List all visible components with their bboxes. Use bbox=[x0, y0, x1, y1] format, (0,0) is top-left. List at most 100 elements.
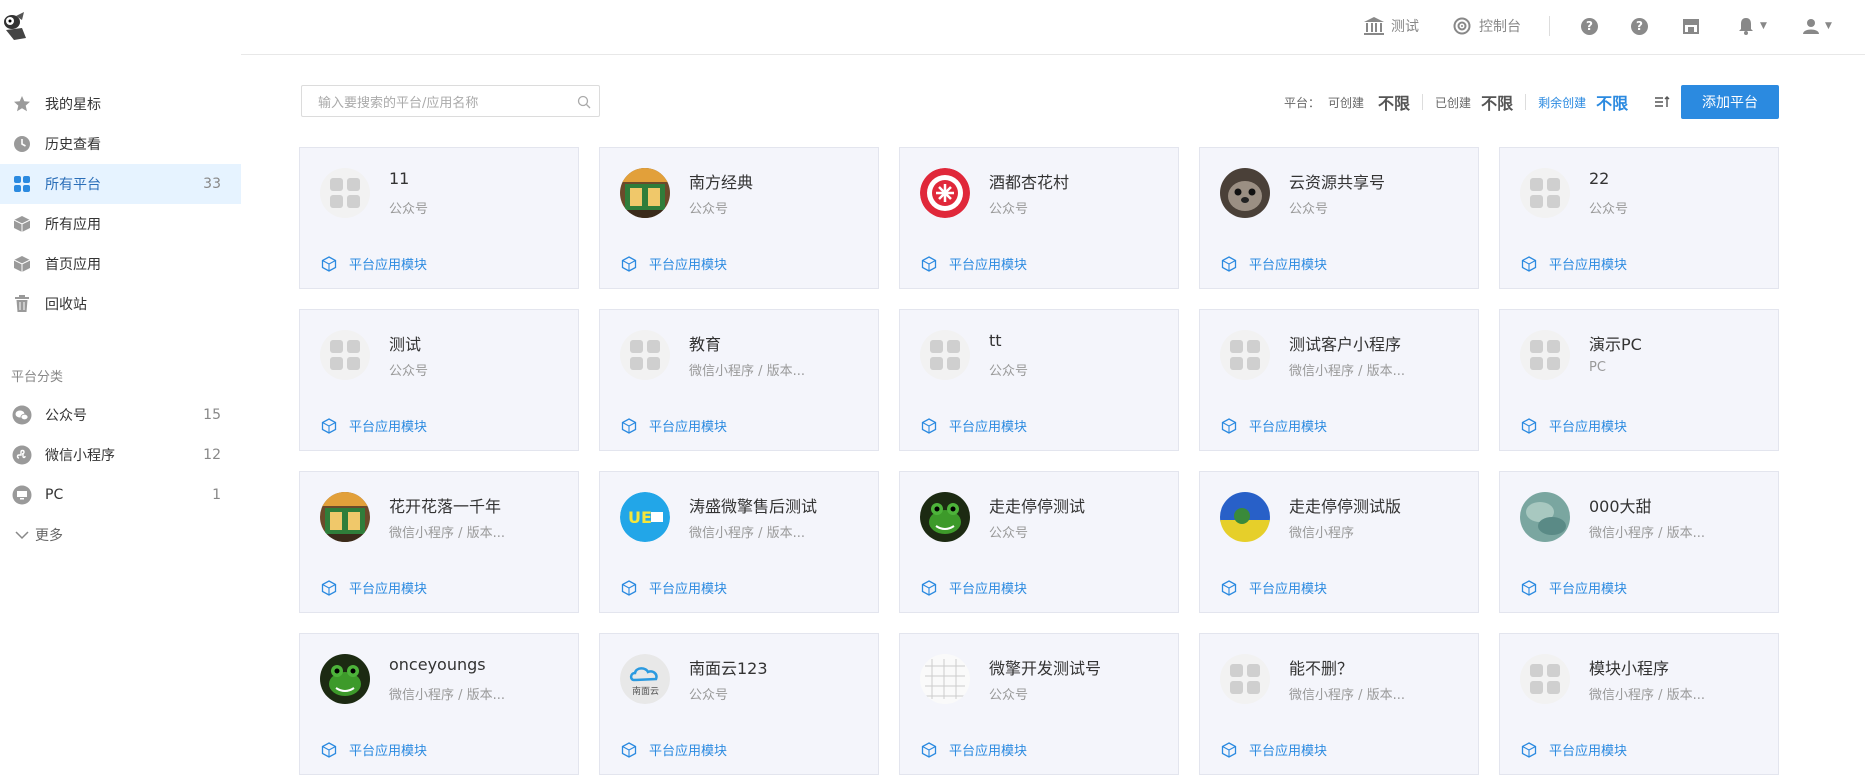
module-cube-icon bbox=[621, 417, 637, 434]
platform-card[interactable]: onceyoungs 微信小程序 / 版本... 平台应用模块 bbox=[299, 633, 579, 775]
platform-card[interactable]: 微擎开发测试号 公众号 平台应用模块 bbox=[899, 633, 1179, 775]
platform-module-link[interactable]: 平台应用模块 bbox=[1221, 578, 1327, 597]
platform-card[interactable]: 教育 微信小程序 / 版本... 平台应用模块 bbox=[599, 309, 879, 451]
platform-module-link[interactable]: 平台应用模块 bbox=[321, 740, 427, 759]
platform-module-label: 平台应用模块 bbox=[349, 258, 428, 273]
platform-module-link[interactable]: 平台应用模块 bbox=[1221, 254, 1327, 273]
nav-console-label: 控制台 bbox=[1479, 19, 1521, 35]
platform-card[interactable]: 测试 公众号 平台应用模块 bbox=[299, 309, 579, 451]
sidebar-category-wechat-oa[interactable]: 公众号 15 bbox=[0, 395, 241, 435]
store-button[interactable] bbox=[1680, 14, 1702, 38]
platform-module-link[interactable]: 平台应用模块 bbox=[1221, 416, 1327, 435]
sidebar-item-label: 首页应用 bbox=[45, 257, 101, 273]
sidebar-item-count: 33 bbox=[203, 176, 221, 192]
sort-icon[interactable] bbox=[1654, 95, 1670, 109]
platform-card-title: 花开花落一千年 bbox=[389, 497, 502, 516]
search-icon[interactable] bbox=[577, 94, 591, 109]
sidebar-item-home-apps[interactable]: 首页应用 bbox=[0, 244, 241, 284]
platform-card-title: 模块小程序 bbox=[1589, 659, 1670, 678]
platform-module-link[interactable]: 平台应用模块 bbox=[621, 578, 727, 597]
search-input[interactable] bbox=[316, 92, 570, 114]
sidebar-item-count: 15 bbox=[203, 407, 221, 423]
platform-module-link[interactable]: 平台应用模块 bbox=[1521, 740, 1627, 759]
sidebar-item-all-platforms[interactable]: 所有平台 33 bbox=[0, 164, 241, 204]
platform-module-link[interactable]: 平台应用模块 bbox=[921, 254, 1027, 273]
platform-module-link[interactable]: 平台应用模块 bbox=[1521, 416, 1627, 435]
module-cube-icon bbox=[1521, 417, 1537, 434]
platform-card[interactable]: 走走停停测试版 微信小程序 平台应用模块 bbox=[1199, 471, 1479, 613]
platform-module-link[interactable]: 平台应用模块 bbox=[1521, 254, 1627, 273]
module-cube-icon bbox=[921, 741, 937, 758]
sidebar-item-starred[interactable]: 我的星标 bbox=[0, 84, 241, 124]
platform-module-link[interactable]: 平台应用模块 bbox=[621, 740, 727, 759]
red-seal-avatar bbox=[920, 168, 970, 218]
chevron-down-icon: ▼ bbox=[1825, 21, 1832, 31]
platform-card[interactable]: UE 涛盛微擎售后测试 微信小程序 / 版本... 平台应用模块 bbox=[599, 471, 879, 613]
platform-card[interactable]: 南面云 南面云123 公众号 平台应用模块 bbox=[599, 633, 879, 775]
help-button[interactable]: ? bbox=[1581, 14, 1598, 38]
help-button-2[interactable]: ? bbox=[1631, 14, 1648, 38]
platform-card[interactable]: 模块小程序 微信小程序 / 版本... 平台应用模块 bbox=[1499, 633, 1779, 775]
platform-module-link[interactable]: 平台应用模块 bbox=[321, 416, 427, 435]
platform-module-link[interactable]: 平台应用模块 bbox=[921, 740, 1027, 759]
platform-module-link[interactable]: 平台应用模块 bbox=[921, 416, 1027, 435]
platform-card-title: 云资源共享号 bbox=[1289, 173, 1386, 192]
sidebar-category-pc[interactable]: PC 1 bbox=[0, 475, 241, 515]
add-platform-button[interactable]: 添加平台 bbox=[1681, 85, 1779, 119]
platform-module-link[interactable]: 平台应用模块 bbox=[621, 254, 727, 273]
placeholder-avatar-icon bbox=[1520, 330, 1570, 380]
platform-card[interactable]: 测试客户小程序 微信小程序 / 版本... 平台应用模块 bbox=[1199, 309, 1479, 451]
platform-card[interactable]: 花开花落一千年 微信小程序 / 版本... 平台应用模块 bbox=[299, 471, 579, 613]
platform-module-label: 平台应用模块 bbox=[349, 420, 428, 435]
sidebar-more-button[interactable]: 更多 bbox=[0, 515, 241, 555]
platform-module-link[interactable]: 平台应用模块 bbox=[1221, 740, 1327, 759]
remaining-label: 剩余创建 bbox=[1538, 95, 1587, 110]
remaining-value: 不限 bbox=[1596, 94, 1629, 113]
placeholder-avatar-icon bbox=[1220, 330, 1270, 380]
sidebar-item-history[interactable]: 历史查看 bbox=[0, 124, 241, 164]
sidebar-item-recycle-bin[interactable]: 回收站 bbox=[0, 284, 241, 324]
platform-card[interactable]: 11 公众号 平台应用模块 bbox=[299, 147, 579, 289]
sea-avatar bbox=[1520, 492, 1570, 542]
platform-card[interactable]: 南方经典 公众号 平台应用模块 bbox=[599, 147, 879, 289]
platform-card[interactable]: 000大甜 微信小程序 / 版本... 平台应用模块 bbox=[1499, 471, 1779, 613]
platform-card[interactable]: tt 公众号 平台应用模块 bbox=[899, 309, 1179, 451]
module-cube-icon bbox=[1521, 579, 1537, 596]
platform-module-link[interactable]: 平台应用模块 bbox=[321, 578, 427, 597]
platform-module-link[interactable]: 平台应用模块 bbox=[621, 416, 727, 435]
platform-card[interactable]: 云资源共享号 公众号 平台应用模块 bbox=[1199, 147, 1479, 289]
platform-card[interactable]: 能不删？ 微信小程序 / 版本... 平台应用模块 bbox=[1199, 633, 1479, 775]
platform-module-link[interactable]: 平台应用模块 bbox=[921, 578, 1027, 597]
platform-module-link[interactable]: 平台应用模块 bbox=[1521, 578, 1627, 597]
chevron-down-icon bbox=[12, 525, 32, 545]
sidebar-item-label: 我的星标 bbox=[45, 97, 101, 113]
platform-card-type: 微信小程序 / 版本... bbox=[1589, 526, 1706, 541]
module-cube-icon bbox=[1521, 255, 1537, 272]
platform-card[interactable]: 演示PC PC 平台应用模块 bbox=[1499, 309, 1779, 451]
user-menu-button[interactable]: ▼ bbox=[1800, 14, 1832, 38]
platform-card-title: 酒都杏花村 bbox=[989, 173, 1070, 192]
nav-console[interactable]: 控制台 bbox=[1451, 14, 1521, 38]
svg-text:UE: UE bbox=[628, 508, 652, 527]
cloud-logo-text: 南面云 bbox=[632, 685, 659, 697]
platform-card[interactable]: 22 公众号 平台应用模块 bbox=[1499, 147, 1779, 289]
platform-module-link[interactable]: 平台应用模块 bbox=[321, 254, 427, 273]
sidebar-item-all-apps[interactable]: 所有应用 bbox=[0, 204, 241, 244]
sidebar-item-label: 回收站 bbox=[45, 297, 87, 313]
help-icon: ? bbox=[1581, 17, 1598, 35]
platform-card-title: 涛盛微擎售后测试 bbox=[689, 497, 818, 516]
platform-card[interactable]: 酒都杏花村 公众号 平台应用模块 bbox=[899, 147, 1179, 289]
sidebar-category-miniprogram[interactable]: 微信小程序 12 bbox=[0, 435, 241, 475]
module-cube-icon bbox=[1221, 741, 1237, 758]
platform-module-label: 平台应用模块 bbox=[1249, 744, 1328, 759]
module-cube-icon bbox=[1221, 417, 1237, 434]
placeholder-avatar-icon bbox=[620, 330, 670, 380]
platform-card[interactable]: 走走停停测试 公众号 平台应用模块 bbox=[899, 471, 1179, 613]
nav-test[interactable]: 测试 bbox=[1363, 14, 1419, 38]
platform-module-label: 平台应用模块 bbox=[1249, 420, 1328, 435]
notifications-button[interactable]: ▼ bbox=[1735, 14, 1767, 38]
user-icon bbox=[1800, 15, 1822, 37]
app-logo[interactable] bbox=[0, 8, 30, 42]
can-create-label: 可创建 bbox=[1328, 95, 1365, 110]
platform-card-title: onceyoungs bbox=[389, 655, 486, 674]
